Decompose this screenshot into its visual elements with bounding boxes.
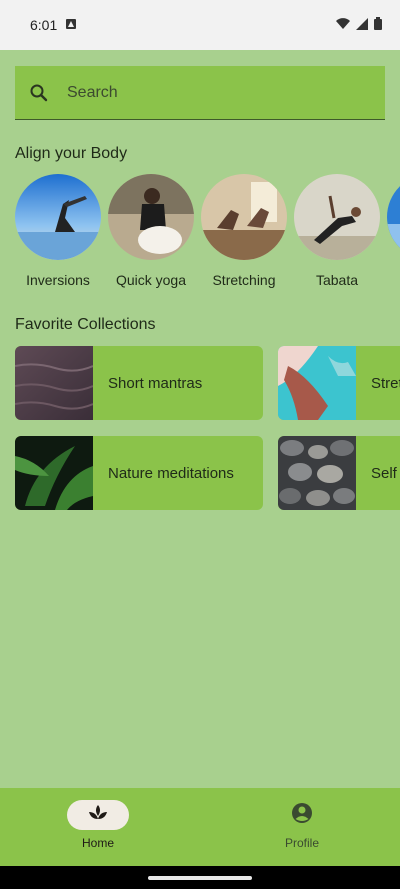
inversions-image xyxy=(15,174,101,260)
search-input[interactable] xyxy=(67,83,337,102)
collection-label: Nature meditations xyxy=(108,464,234,482)
more-image xyxy=(387,174,400,260)
nav-label-home: Home xyxy=(81,836,114,850)
favorite-collections-title: Favorite Collections xyxy=(15,316,156,333)
search-bar[interactable] xyxy=(15,66,385,120)
collection-card-nature-meditations[interactable]: Nature meditations xyxy=(15,436,263,510)
search-icon xyxy=(29,83,49,103)
body-item-tabata[interactable]: Tabata xyxy=(294,174,380,288)
favorite-collections-grid: Short mantras Stretching Nature meditati… xyxy=(15,346,400,516)
body-item-quick-yoga[interactable]: Quick yoga xyxy=(108,174,194,288)
align-body-row: Inversions Quick yoga Stretching Tabata xyxy=(15,174,400,294)
self-massage-image xyxy=(278,436,356,510)
wifi-icon xyxy=(336,17,350,33)
body-item-label: Quick yoga xyxy=(115,272,187,288)
account-circle-icon xyxy=(291,802,313,829)
gesture-navigation-bar xyxy=(0,866,400,889)
align-body-title: Align your Body xyxy=(15,145,128,162)
signal-icon xyxy=(356,17,368,33)
collection-label: Stretching xyxy=(371,374,400,392)
tabata-image xyxy=(294,174,380,260)
nav-item-home[interactable]: Home xyxy=(48,800,148,850)
gesture-handle[interactable] xyxy=(148,876,252,880)
body-item-inversions[interactable]: Inversions xyxy=(15,174,101,288)
body-item-label: Inversions xyxy=(26,272,90,288)
body-item-stretching[interactable]: Stretching xyxy=(201,174,287,288)
nav-label-profile: Profile xyxy=(284,836,319,850)
nature-meditations-image xyxy=(15,436,93,510)
bottom-navigation: Home Profile xyxy=(0,788,400,866)
stretching-image xyxy=(201,174,287,260)
collection-card-short-mantras[interactable]: Short mantras xyxy=(15,346,263,420)
collection-card-stretching[interactable]: Stretching xyxy=(278,346,400,420)
nav-item-profile[interactable]: Profile xyxy=(252,800,352,850)
profile-icon-wrap xyxy=(271,800,333,830)
body-item-label: Tabata xyxy=(315,272,359,288)
body-item-more[interactable] xyxy=(387,174,400,272)
status-time: 6:01 xyxy=(30,17,58,33)
quick-yoga-image xyxy=(108,174,194,260)
notification-icon xyxy=(65,17,77,33)
spa-icon xyxy=(88,804,108,827)
collection-card-self-massage[interactable]: Self massage xyxy=(278,436,400,510)
body-item-label: Stretching xyxy=(212,272,276,288)
collection-label: Self massage xyxy=(371,464,400,482)
stretching-collection-image xyxy=(278,346,356,420)
battery-icon xyxy=(374,17,382,33)
status-bar: 6:01 xyxy=(0,0,400,50)
collection-label: Short mantras xyxy=(108,374,203,392)
short-mantras-image xyxy=(15,346,94,420)
status-icons xyxy=(336,17,382,33)
home-indicator-pill xyxy=(67,800,129,830)
